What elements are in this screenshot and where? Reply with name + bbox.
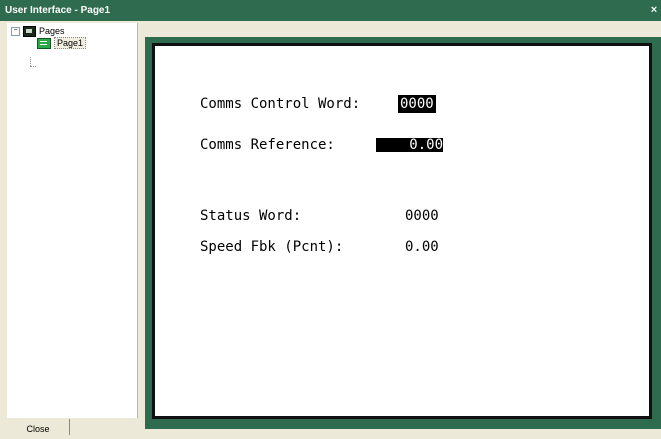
close-button[interactable]: Close	[7, 419, 70, 435]
window-title: User Interface - Page1	[5, 5, 111, 16]
tree-item-page1-label: Page1	[54, 37, 87, 49]
status-word-value: 0000	[405, 208, 439, 224]
speed-fbk-value: 0.00	[405, 239, 439, 255]
collapse-icon[interactable]: −	[11, 26, 20, 36]
comms-reference-input[interactable]: 0.00	[376, 138, 443, 152]
comms-control-word-input[interactable]: 0000	[398, 95, 436, 113]
field-label-speed-fbk: Speed Fbk (Pcnt):	[200, 239, 344, 255]
close-button-label: Close	[26, 424, 50, 434]
title-bar: User Interface - Page1 ×	[0, 0, 661, 21]
close-icon[interactable]: ×	[649, 4, 659, 16]
field-label-status-word: Status Word:	[200, 208, 302, 224]
page-tree: − Pages Page1	[7, 23, 138, 418]
field-label-comms-control-word: Comms Control Word:	[200, 96, 361, 112]
hmi-screen: Comms Control Word: 0000 Comms Reference…	[152, 43, 652, 419]
tree-connector	[30, 57, 31, 66]
page-icon	[37, 37, 51, 49]
pages-folder-icon	[23, 25, 36, 37]
tree-item-page1[interactable]: Page1	[37, 37, 87, 49]
field-label-comms-reference: Comms Reference:	[200, 137, 335, 153]
tree-item-pages-label: Pages	[39, 26, 65, 36]
tree-item-pages[interactable]: − Pages	[11, 25, 65, 37]
tree-connector	[30, 66, 36, 67]
